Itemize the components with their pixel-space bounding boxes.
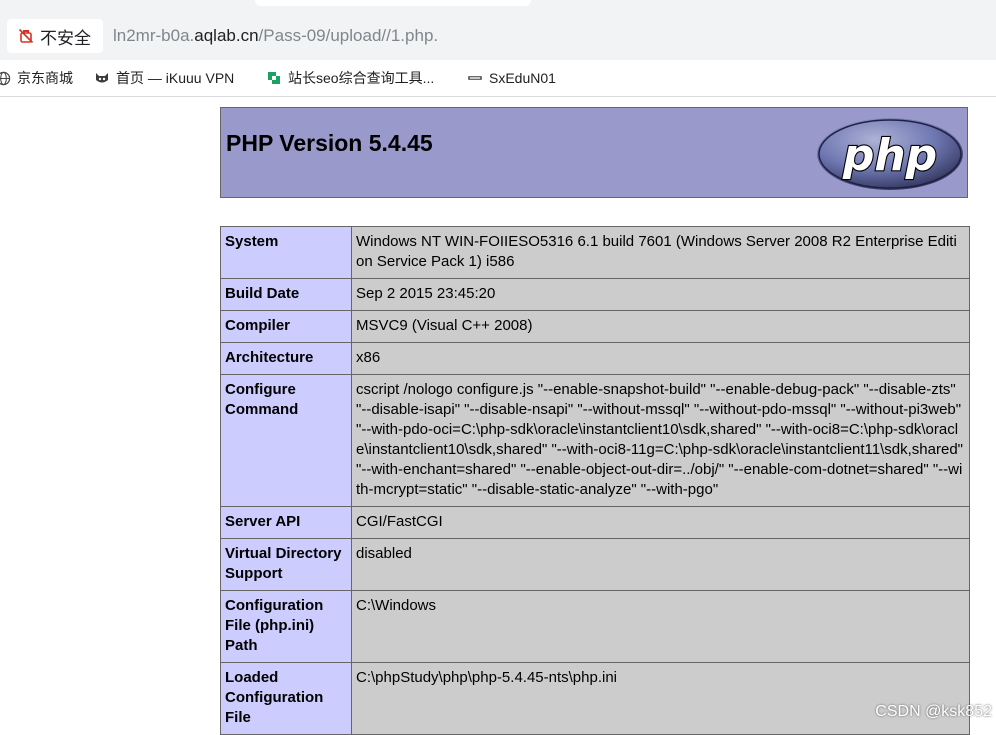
table-row: Loaded Configuration File C:\phpStudy\ph… [220,662,970,735]
row-key: Loaded Configuration File [220,662,352,735]
table-row: Virtual Directory Support disabled [220,538,970,591]
tab-strip [0,0,996,14]
bookmark-label: SxEduN01 [489,70,556,86]
table-row: Architecture x86 [220,342,970,375]
row-value: x86 [351,342,970,375]
row-value: CGI/FastCGI [351,506,970,539]
sxedu-icon [468,76,482,80]
php-info-table: System Windows NT WIN-FOIIESO5316 6.1 bu… [220,226,970,735]
row-key: Configuration File (php.ini) Path [220,590,352,663]
table-row: Configure Command cscript /nologo config… [220,374,970,507]
row-key: Build Date [220,278,352,311]
bookmark-ikuuu[interactable]: 首页 — iKuuu VPN [94,60,234,96]
row-value: Sep 2 2015 23:45:20 [351,278,970,311]
bookmarks-bar: 京东商城 首页 — iKuuu VPN 站长seo综合查询工具... SxEdu… [0,60,996,97]
url-path: /Pass-09/upload//1.php. [258,26,439,45]
row-value: C:\Windows [351,590,970,663]
table-row: Server API CGI/FastCGI [220,506,970,539]
row-key: Configure Command [220,374,352,507]
bookmark-jd[interactable]: 京东商城 [0,60,73,96]
security-label: 不安全 [40,28,91,48]
bookmark-sxedu[interactable]: SxEduN01 [467,60,556,96]
row-value: C:\phpStudy\php\php-5.4.45-nts\php.ini [351,662,970,735]
page-title: PHP Version 5.4.45 [226,130,433,156]
row-value: MSVC9 (Visual C++ 2008) [351,310,970,343]
row-value: Windows NT WIN-FOIIESO5316 6.1 build 760… [351,226,970,279]
row-value: cscript /nologo configure.js "--enable-s… [351,374,970,507]
table-row: Configuration File (php.ini) Path C:\Win… [220,590,970,663]
php-logo-text: php [842,130,937,181]
table-row: Build Date Sep 2 2015 23:45:20 [220,278,970,311]
address-bar[interactable]: 不安全 ln2mr-b0a.aqlab.cn/Pass-09/upload//1… [0,14,996,60]
row-key: Architecture [220,342,352,375]
url-host: aqlab.cn [194,26,259,45]
bookmark-aizhan[interactable]: 站长seo综合查询工具... [266,60,434,96]
bookmark-label: 首页 — iKuuu VPN [116,70,235,86]
row-key: Compiler [220,310,352,343]
bookmark-label: 站长seo综合查询工具... [288,70,435,86]
aizhan-icon [268,72,280,84]
table-row: Compiler MSVC9 (Visual C++ 2008) [220,310,970,343]
url-text[interactable]: ln2mr-b0a.aqlab.cn/Pass-09/upload//1.php… [113,26,438,46]
row-key: System [220,226,352,279]
csdn-watermark: CSDN @ksk852 [875,703,992,720]
bookmark-label: 京东商城 [17,70,73,86]
php-logo-icon[interactable]: php [815,116,965,192]
security-indicator[interactable]: 不安全 [7,19,103,53]
cat-icon [96,73,108,83]
row-key: Virtual Directory Support [220,538,352,591]
globe-icon [0,71,11,85]
table-row: System Windows NT WIN-FOIIESO5316 6.1 bu… [220,226,970,279]
url-prefix: ln2mr-b0a. [113,26,195,45]
php-header: PHP Version 5.4.45 php [220,107,968,198]
row-key: Server API [220,506,352,539]
active-tab-edge[interactable] [255,0,531,6]
row-value: disabled [351,538,970,591]
not-secure-icon [18,28,34,44]
